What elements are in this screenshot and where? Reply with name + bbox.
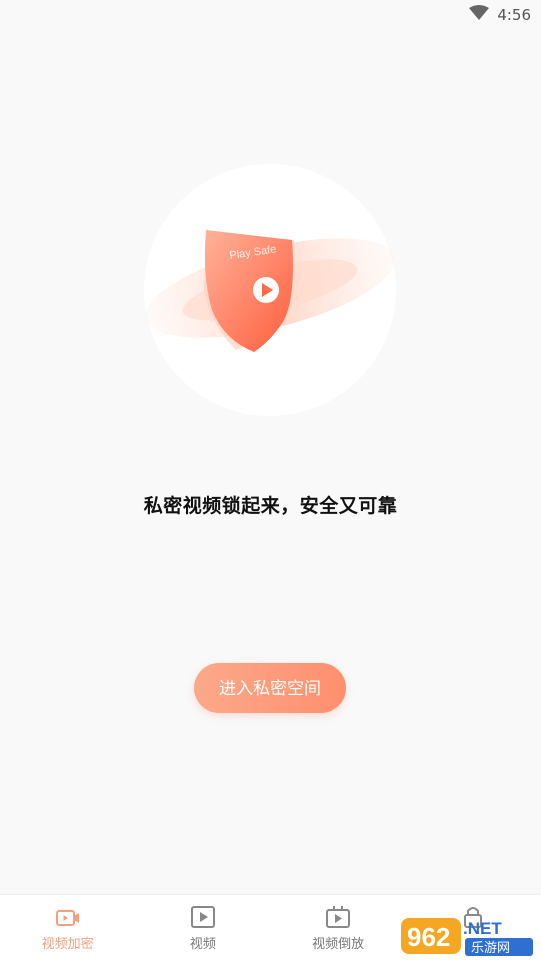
tab-label: 视频加密: [41, 937, 94, 952]
svg-text:乐游网: 乐游网: [471, 941, 510, 956]
wifi-icon: [469, 5, 489, 20]
tab-label: 视频倒放: [312, 937, 365, 952]
play-icon: [190, 906, 215, 928]
tab-video[interactable]: 视频: [135, 895, 270, 962]
svg-text:.NET: .NET: [463, 919, 502, 938]
status-bar: 4:56: [0, 0, 541, 30]
video-lock-icon: [55, 910, 79, 926]
tab-video-encrypt[interactable]: 视频加密: [0, 895, 135, 962]
watermark-logo: 962 .NET 乐游网: [401, 918, 533, 956]
tab-video-reverse[interactable]: 视频倒放: [271, 895, 406, 962]
hero-illustration: Play Safe: [144, 164, 396, 416]
reverse-play-icon: [326, 906, 351, 928]
status-time: 4:56: [497, 6, 531, 24]
svg-text:962: 962: [407, 922, 450, 952]
tab-label: 视频: [189, 937, 216, 952]
enter-private-space-button[interactable]: 进入私密空间: [194, 663, 346, 713]
tagline: 私密视频锁起来，安全又可靠: [143, 495, 398, 517]
shield-illustration: Play Safe: [145, 230, 395, 352]
